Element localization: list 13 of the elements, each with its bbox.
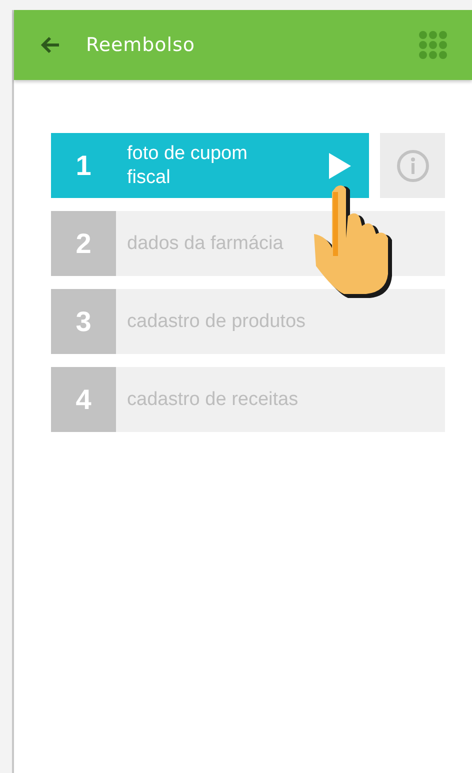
step-number: 1 bbox=[74, 148, 92, 182]
step-label: foto de cupom fiscal bbox=[127, 142, 248, 190]
step-number: 4 bbox=[51, 367, 116, 432]
step-number: 2 bbox=[51, 211, 116, 276]
info-icon bbox=[396, 148, 430, 182]
screen-title: Reembolso bbox=[86, 32, 195, 58]
play-icon bbox=[329, 152, 351, 178]
back-arrow-icon bbox=[39, 35, 61, 55]
step-number: 3 bbox=[51, 289, 116, 354]
grid-icon bbox=[418, 30, 448, 60]
info-button[interactable] bbox=[380, 133, 445, 198]
apps-grid-button[interactable] bbox=[418, 30, 448, 60]
step-item[interactable]: 1 foto de cupom fiscal bbox=[51, 133, 369, 198]
